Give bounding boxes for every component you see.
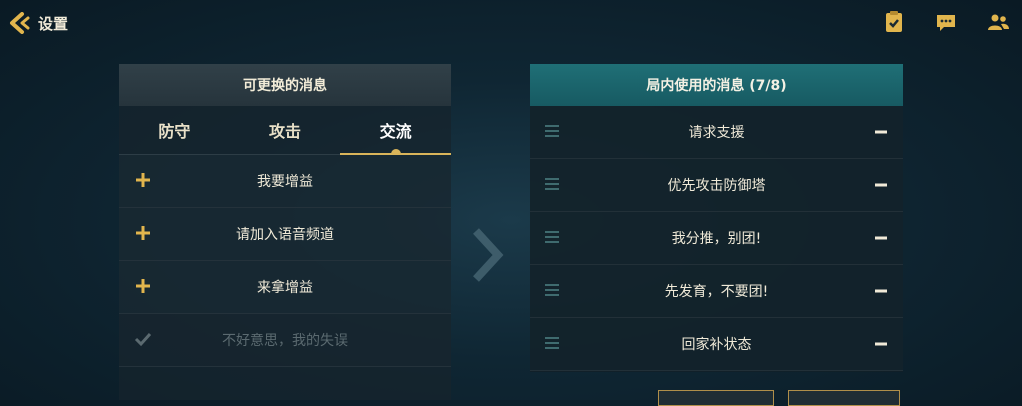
list-item-label: 优先攻击防御塔: [667, 178, 766, 194]
top-bar: 设置: [0, 0, 1022, 48]
plus-icon[interactable]: [133, 223, 153, 243]
right-panel-title: 局内使用的消息 (7/8): [530, 64, 903, 106]
transfer-arrow-icon: [473, 228, 504, 282]
minus-icon[interactable]: [873, 178, 889, 192]
list-item[interactable]: 优先攻击防御塔: [530, 159, 903, 212]
drag-handle-icon[interactable]: [544, 177, 560, 191]
drag-handle-icon[interactable]: [544, 283, 560, 297]
list-item[interactable]: 我分推，别团!: [530, 212, 903, 265]
minus-icon[interactable]: [873, 125, 889, 139]
minus-icon[interactable]: [873, 337, 889, 351]
list-item[interactable]: 回家补状态: [530, 318, 903, 371]
plus-icon[interactable]: [133, 276, 153, 296]
back-button[interactable]: 设置: [8, 10, 68, 36]
list-item[interactable]: 我要增益: [119, 155, 451, 208]
list-item-label: 我要增益: [257, 174, 313, 190]
list-item[interactable]: 来拿增益: [119, 261, 451, 314]
list-item-label: 来拿增益: [257, 280, 313, 296]
minus-icon[interactable]: [873, 284, 889, 298]
list-item-disabled: 不好意思，我的失误: [119, 314, 451, 367]
checklist-icon[interactable]: [882, 10, 906, 34]
list-item[interactable]: 请求支援: [530, 106, 903, 159]
back-arrow-icon: [10, 12, 30, 34]
list-item-label: 先发育，不要团!: [664, 284, 769, 300]
top-icons: [882, 10, 1010, 34]
list-item-label: 不好意思，我的失误: [222, 333, 348, 349]
left-panel-title: 可更换的消息: [119, 64, 451, 106]
list-item-label: 我分推，别团!: [671, 231, 762, 247]
tab-communication[interactable]: 交流: [340, 106, 451, 155]
tab-attack[interactable]: 攻击: [230, 106, 341, 154]
back-label: 设置: [38, 14, 69, 33]
plus-icon[interactable]: [133, 170, 153, 190]
tab-defense[interactable]: 防守: [119, 106, 230, 154]
friends-icon[interactable]: [986, 10, 1010, 34]
message-category-tabs: 防守 攻击 交流: [119, 106, 451, 155]
bottom-button-right[interactable]: [788, 390, 900, 406]
drag-handle-icon[interactable]: [544, 230, 560, 244]
drag-handle-icon[interactable]: [544, 336, 560, 350]
bottom-button-left[interactable]: [658, 390, 774, 406]
replaceable-messages-panel: 可更换的消息 防守 攻击 交流 我要增益 请加入语音频道 来拿增益 不好意思，我…: [119, 64, 451, 400]
list-item[interactable]: 先发育，不要团!: [530, 265, 903, 318]
drag-handle-icon[interactable]: [544, 124, 560, 138]
minus-icon[interactable]: [873, 231, 889, 245]
list-item[interactable]: 请加入语音频道: [119, 208, 451, 261]
list-item-label: 请求支援: [688, 125, 745, 141]
checkmark-icon: [134, 332, 152, 347]
in-game-messages-panel: 局内使用的消息 (7/8) 请求支援 优先攻击防御塔 我分推，别团! 先发育，不…: [530, 64, 903, 372]
list-item-label: 回家补状态: [681, 337, 752, 353]
chat-icon[interactable]: [934, 10, 958, 34]
list-item-label: 请加入语音频道: [236, 227, 334, 243]
